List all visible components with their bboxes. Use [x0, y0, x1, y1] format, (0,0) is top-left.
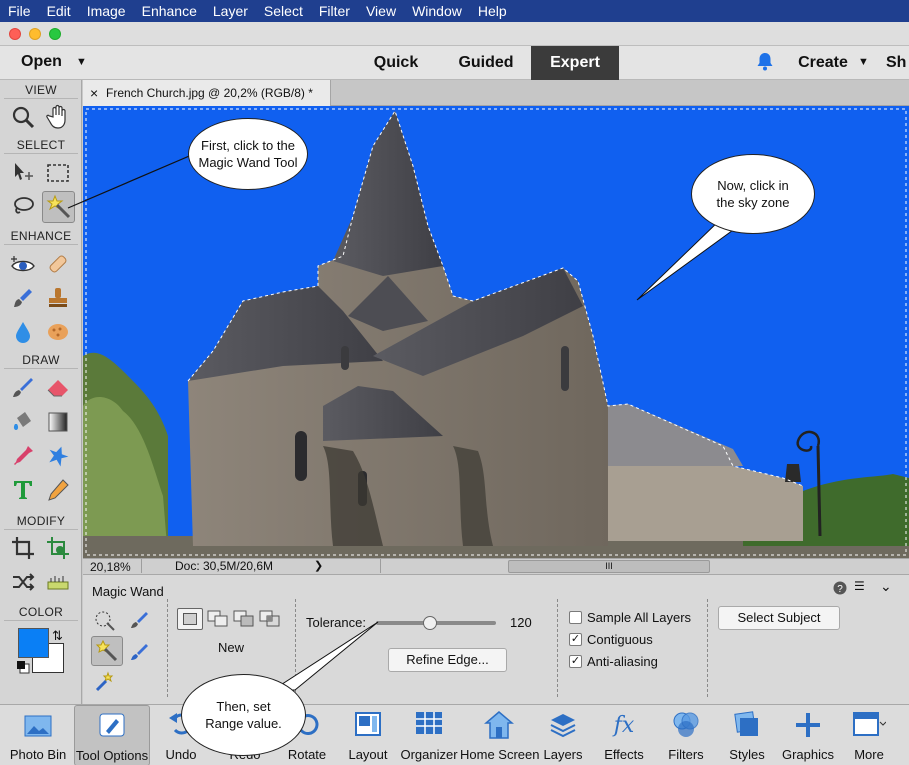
- callout-pointers: [67, 144, 742, 691]
- callout-first: First, click to the Magic Wand Tool: [188, 118, 308, 190]
- callout-now: Now, click in the sky zone: [691, 154, 815, 234]
- callout-then: Then, set Range value.: [181, 674, 306, 756]
- callout-now-text: Now, click in the sky zone: [716, 178, 790, 210]
- callout-then-text: Then, set Range value.: [205, 699, 282, 731]
- callout-first-text: First, click to the Magic Wand Tool: [198, 138, 298, 170]
